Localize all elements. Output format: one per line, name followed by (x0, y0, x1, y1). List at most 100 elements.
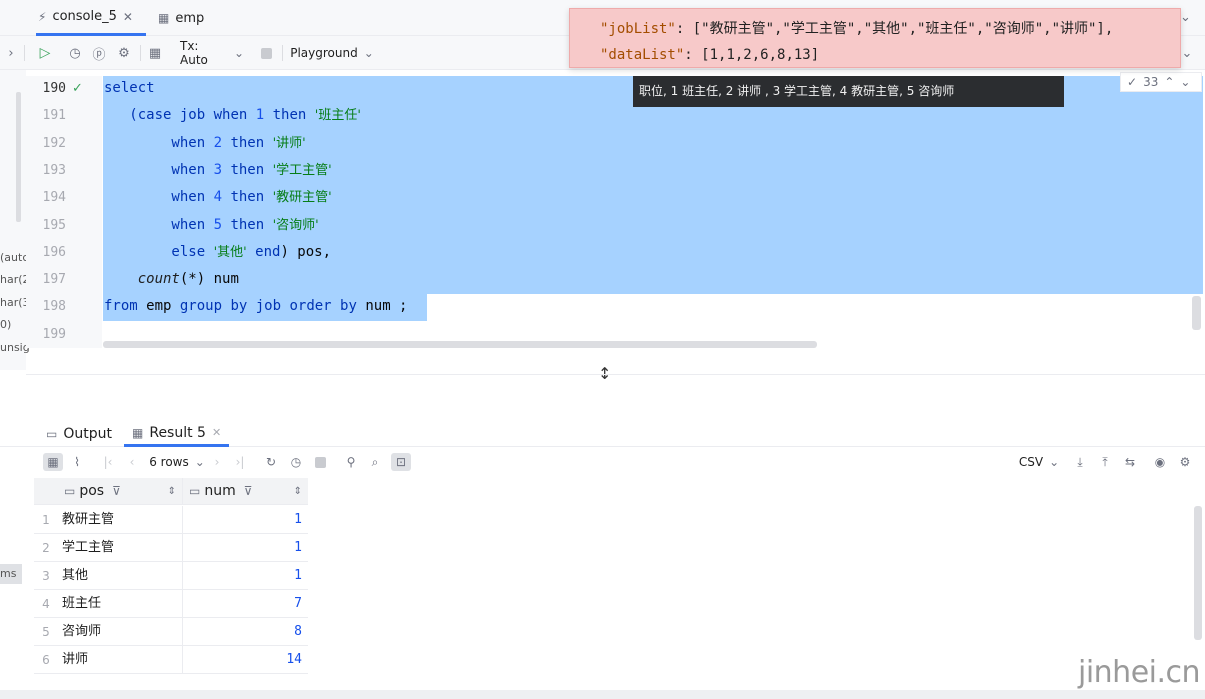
chevron-down-icon[interactable]: ⌄ (1180, 43, 1194, 63)
column-name: pos (79, 483, 105, 499)
inspection-widget[interactable]: ✓ 33 ⌃ ⌄ (1120, 72, 1202, 92)
previous-page-icon[interactable]: ‹ (125, 453, 139, 471)
cell-num[interactable]: 1 (183, 534, 308, 562)
filter-icon[interactable]: ⊽ (112, 484, 121, 498)
line-number: 192 (42, 135, 66, 151)
horizontal-scrollbar[interactable] (103, 341, 817, 348)
code-line[interactable]: count(*) num (104, 266, 239, 293)
chevron-down-icon: ⌄ (194, 455, 205, 469)
playground-label: Playground (290, 46, 358, 60)
code-token: when (104, 189, 214, 206)
cell-num[interactable]: 8 (183, 618, 308, 646)
line-number: 191 (42, 108, 66, 124)
close-icon[interactable]: ✕ (123, 10, 133, 24)
transaction-mode-dropdown[interactable]: Tx: Auto ⌄ (180, 39, 244, 67)
column-header-num[interactable]: ▭ num ⊽ ⇕ (183, 478, 308, 505)
vertical-scrollbar[interactable] (1192, 296, 1201, 330)
stop-icon[interactable] (312, 453, 328, 471)
panel-divider[interactable] (26, 374, 1205, 375)
gear-icon[interactable]: ⚙ (115, 43, 133, 63)
search-icon[interactable]: ⌕ (366, 453, 384, 471)
code-token: job (247, 298, 290, 315)
code-token: 2 (213, 134, 223, 151)
output-icon: ▭ (46, 427, 58, 441)
tab-result-5[interactable]: ▦ Result 5 ✕ (124, 421, 230, 447)
table-view-icon[interactable]: ▦ (146, 43, 164, 63)
column-icon: ▭ (64, 484, 76, 498)
cell-pos[interactable]: 咨询师 (58, 618, 183, 646)
filter-icon[interactable]: ⊡ (391, 453, 411, 471)
next-page-icon[interactable]: › (210, 453, 224, 471)
compare-icon[interactable]: ⇆ (1121, 453, 1139, 471)
cell-pos[interactable]: 讲师 (58, 646, 183, 674)
page-size-dropdown[interactable]: 6 rows ⌄ (148, 453, 206, 471)
code-token: group by (179, 298, 248, 315)
run-icon[interactable]: ▷ (36, 43, 54, 63)
filter-icon[interactable]: ⊽ (244, 484, 253, 498)
gear-icon[interactable]: ⚙ (1176, 453, 1194, 471)
code-token: '其他' (213, 244, 247, 260)
first-page-icon[interactable]: |‹ (101, 453, 115, 471)
eye-icon[interactable]: ◉ (1151, 453, 1169, 471)
tree-scrollbar[interactable] (16, 92, 21, 222)
results-scrollbar[interactable] (1194, 506, 1202, 640)
code-line[interactable]: when 5 then '咨询师' (104, 212, 318, 239)
code-token: then (264, 107, 315, 124)
row-number: 5 (34, 618, 58, 646)
code-line[interactable]: from emp group by job order by num ; (104, 293, 407, 320)
code-token: '教研主管' (272, 190, 332, 206)
export-format-dropdown[interactable]: CSV ⌄ (1018, 453, 1060, 471)
code-token: else (104, 243, 214, 260)
history-icon[interactable]: ◷ (66, 43, 84, 63)
stop-icon[interactable] (258, 43, 274, 63)
code-line[interactable]: (case job when 1 then '班主任' (104, 102, 361, 129)
cell-pos[interactable]: 教研主管 (58, 506, 183, 534)
last-page-icon[interactable]: ›| (233, 453, 247, 471)
code-token: (case (104, 107, 180, 124)
code-token: order by (289, 298, 357, 315)
code-line[interactable]: when 2 then '讲师' (104, 130, 305, 157)
row-number-header (34, 478, 58, 505)
cell-num[interactable]: 14 (183, 646, 308, 674)
row-number: 3 (34, 562, 58, 590)
cell-pos[interactable]: 学工主管 (58, 534, 183, 562)
cell-pos[interactable]: 班主任 (58, 590, 183, 618)
tab-output[interactable]: ▭ Output (46, 421, 112, 447)
tab-console-5[interactable]: ⚡ console_5 ✕ (36, 0, 146, 36)
code-line[interactable]: select (104, 75, 155, 102)
reload-icon[interactable]: ↻ (262, 453, 280, 471)
tab-emp[interactable]: ▦ emp (158, 0, 218, 36)
chevron-right-icon[interactable]: › (4, 43, 18, 63)
playground-dropdown[interactable]: Playground ⌄ (290, 43, 374, 63)
upload-icon[interactable]: ⤒ (1096, 453, 1114, 471)
grid-view-icon[interactable]: ▦ (43, 453, 63, 471)
sort-icon[interactable]: ⇕ (294, 486, 302, 497)
watermark: jinhei.cn (1078, 655, 1201, 690)
code-line[interactable]: else '其他' end) pos, (104, 239, 331, 266)
line-number: 190 (42, 81, 66, 96)
column-comment-tooltip: 职位, 1 班主任, 2 讲师 , 3 学工主管, 4 教研主管, 5 咨询师 (633, 76, 1064, 107)
side-panel-tab[interactable]: ms (0, 564, 22, 584)
cell-num[interactable]: 1 (183, 506, 308, 534)
history-icon[interactable]: ◷ (287, 453, 305, 471)
check-icon: ✓ (1127, 75, 1138, 89)
sort-icon[interactable]: ⇕ (168, 486, 176, 497)
chart-view-icon[interactable]: ⌇ (67, 453, 87, 471)
column-header-pos[interactable]: ▭ pos ⊽ ⇕ (58, 478, 183, 505)
download-icon[interactable]: ⤓ (1071, 453, 1089, 471)
code-line[interactable]: when 4 then '教研主管' (104, 184, 332, 211)
json-annotation-overlay: "jobList": ["教研主管","学工主管","其他","班主任","咨询… (569, 8, 1181, 68)
chevron-up-icon[interactable]: ⌃ (1164, 75, 1174, 89)
more-tabs-icon[interactable]: ⌄ (1180, 10, 1191, 25)
code-line[interactable]: when 3 then '学工主管' (104, 157, 331, 184)
cell-num[interactable]: 1 (183, 562, 308, 590)
cell-num[interactable]: 7 (183, 590, 308, 618)
chevron-down-icon[interactable]: ⌄ (1180, 75, 1190, 89)
close-icon[interactable]: ✕ (212, 426, 221, 439)
tab-label: console_5 (52, 9, 117, 24)
database-tree-strip: (autc har(2 har(3. 0) unsig (0, 70, 33, 370)
results-toolbar: ▦ ⌇ |‹ ‹ 6 rows ⌄ › ›| ↻ ◷ ⚲ ⌕ ⊡ CSV ⌄ ⤓… (0, 448, 1205, 476)
cell-pos[interactable]: 其他 (58, 562, 183, 590)
pin-icon[interactable]: ⓟ (90, 43, 108, 63)
pin-icon[interactable]: ⚲ (343, 453, 359, 471)
